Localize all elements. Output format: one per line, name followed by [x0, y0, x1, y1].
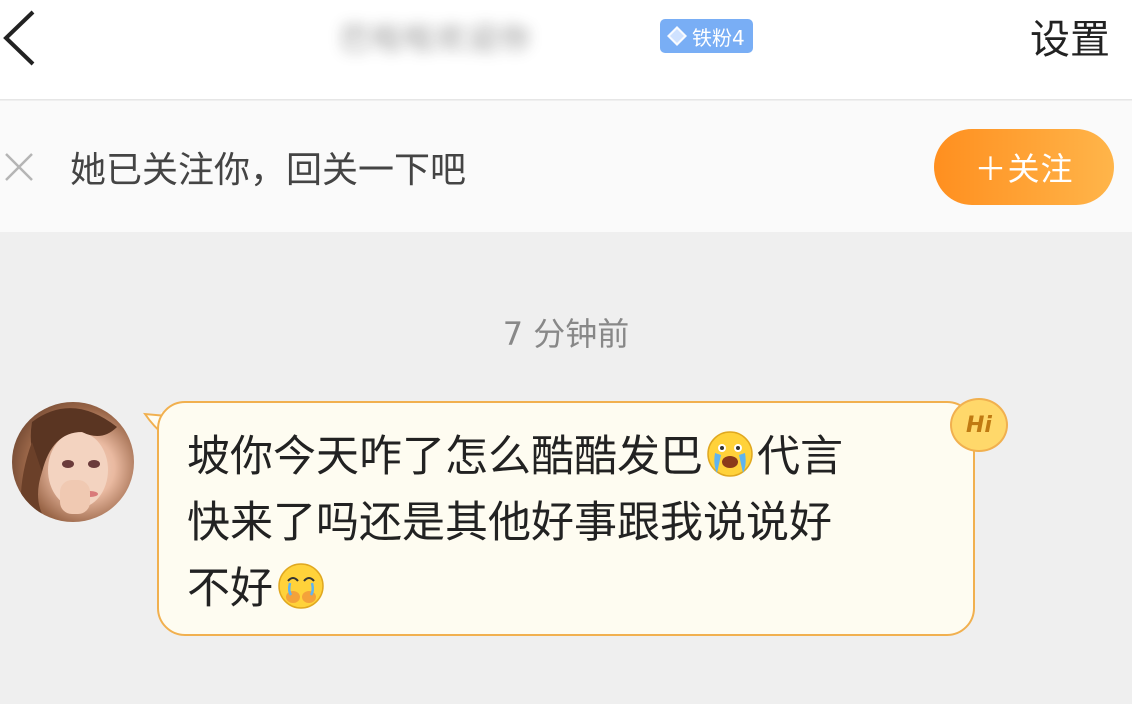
close-icon: [5, 153, 33, 181]
chat-screen: 巴啦啦欢迎你 铁粉4 设置 她已关注你，回关一下吧 ＋关注 7 分钟前 坡你今天…: [0, 0, 1132, 704]
close-banner-button[interactable]: [2, 150, 36, 184]
follow-button[interactable]: ＋关注: [934, 129, 1114, 205]
message-line-text: 坡你今天咋了怎么酷酷发巴: [187, 432, 703, 482]
follow-prompt-text: 她已关注你，回关一下吧: [70, 150, 467, 191]
chevron-left-icon: [3, 10, 35, 66]
message-line: 快来了吗还是其他好事跟我说说好: [187, 490, 927, 556]
fan-badge-label: 铁粉4: [692, 25, 745, 50]
message-line: 不好: [187, 556, 927, 622]
crying-face-icon: [705, 429, 755, 498]
sender-avatar[interactable]: [12, 402, 134, 522]
settings-button[interactable]: 设置: [1030, 14, 1110, 66]
message-line: 坡你今天咋了怎么酷酷发巴 代言: [187, 424, 927, 490]
message-line-text: 不好: [187, 564, 273, 614]
message-line-text: 快来了吗还是其他好事跟我说说好: [187, 498, 832, 548]
top-navigation-bar: 巴啦啦欢迎你 铁粉4 设置: [0, 0, 1132, 100]
diamond-icon: [667, 26, 687, 46]
message-line-tail: 代言: [757, 432, 843, 482]
fan-level-badge[interactable]: 铁粉4: [660, 19, 753, 53]
conversation-title: 巴啦啦欢迎你 铁粉4: [340, 12, 753, 60]
message-text: 坡你今天咋了怎么酷酷发巴 代言 快来了吗还是其他好事跟我说说好 不好: [187, 424, 927, 622]
contact-name: 巴啦啦欢迎你: [340, 22, 532, 57]
message-timestamp: 7 分钟前: [502, 315, 630, 353]
pleading-face-icon: [275, 561, 327, 630]
back-button[interactable]: [0, 8, 44, 66]
avatar-portrait-icon: [20, 408, 117, 522]
hi-bubble-badge: Hi: [950, 398, 1008, 452]
